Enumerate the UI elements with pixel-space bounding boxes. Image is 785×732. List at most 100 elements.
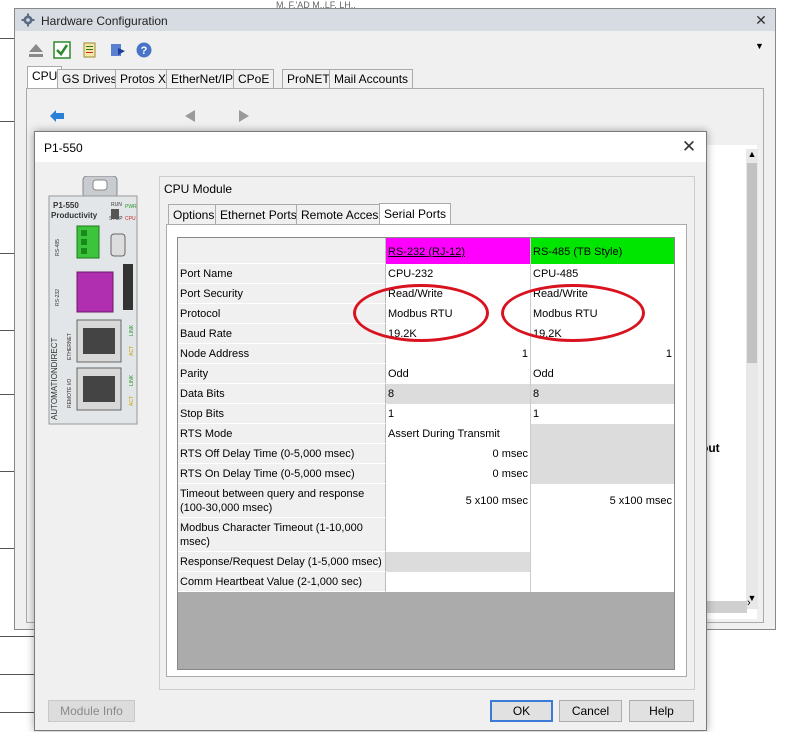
node-address-485-cell[interactable]: 1 (531, 344, 674, 364)
tab-pronet[interactable]: ProNET (282, 69, 335, 88)
table-row: Response/Request Delay (1-5,000 msec) (178, 552, 674, 572)
timeout-232-cell[interactable]: 5 x100 msec (386, 484, 531, 518)
window-titlebar: Hardware Configuration ✕ (15, 9, 775, 31)
row-label: Comm Heartbeat Value (2-1,000 sec) (178, 572, 386, 592)
grid-header-row: RS-232 (RJ-12) RS-485 (TB Style) (178, 238, 674, 264)
brand-vertical-label: AUTOMATIONDIRECT (50, 338, 59, 420)
table-row: Parity Odd Odd (178, 364, 674, 384)
row-label: Response/Request Delay (1-5,000 msec) (178, 552, 386, 572)
char-timeout-485-cell[interactable] (531, 518, 674, 552)
table-row: Stop Bits 1 1 (178, 404, 674, 424)
stop-bits-232-cell[interactable]: 1 (386, 404, 531, 424)
ok-button[interactable]: OK (490, 700, 553, 722)
tab-protos-x[interactable]: Protos X (115, 69, 172, 88)
data-bits-485-cell: 8 (531, 384, 674, 404)
p1-550-dialog: P1-550 ✕ P1-550 Productivity RUN PWR STO… (34, 131, 707, 731)
eject-icon[interactable] (27, 41, 45, 59)
row-label: Timeout between query and response (100-… (178, 484, 386, 518)
close-icon[interactable]: ✕ (753, 12, 769, 28)
tab-gs-drives[interactable]: GS Drives (57, 69, 122, 88)
tab-serial-ports[interactable]: Serial Ports (379, 203, 452, 225)
check-config-icon[interactable] (53, 41, 71, 59)
document-icon[interactable] (81, 41, 99, 59)
horizontal-scrollbar[interactable] (707, 601, 747, 613)
led-cpu-label: CPU (125, 216, 136, 222)
transfer-icon[interactable] (109, 41, 127, 59)
help-button[interactable]: Help (629, 700, 694, 722)
column-header-rs232[interactable]: RS-232 (RJ-12) (386, 238, 531, 264)
rts-on-delay-485-cell (531, 464, 674, 484)
row-label: RTS On Delay Time (0-5,000 msec) (178, 464, 386, 484)
row-label: Modbus Character Timeout (1-10,000 msec) (178, 518, 386, 552)
table-row: Modbus Character Timeout (1-10,000 msec) (178, 518, 674, 552)
row-label: Port Name (178, 264, 386, 284)
timeout-485-cell[interactable]: 5 x100 msec (531, 484, 674, 518)
rts-on-delay-232-cell[interactable]: 0 msec (386, 464, 531, 484)
background-doc-line (0, 121, 14, 122)
background-doc-line (0, 674, 34, 675)
heartbeat-232-cell[interactable] (386, 572, 531, 592)
tab-ethernet-ports[interactable]: Ethernet Ports (215, 204, 302, 224)
port-name-485-cell[interactable]: CPU-485 (531, 264, 674, 284)
tab-options[interactable]: Options (168, 204, 220, 224)
dialog-title: P1-550 (44, 141, 83, 155)
right-arrow-icon[interactable] (237, 109, 251, 123)
gear-icon (21, 13, 35, 27)
row-label: RTS Mode (178, 424, 386, 444)
row-label: Data Bits (178, 384, 386, 404)
table-row: RTS On Delay Time (0-5,000 msec) 0 msec (178, 464, 674, 484)
annotation-ellipse-rs232 (353, 284, 489, 342)
background-doc-line (0, 38, 14, 39)
port-rs485-label: RS-485 (55, 239, 61, 256)
close-icon[interactable]: ✕ (680, 138, 698, 156)
device-model-label: P1-550 (53, 201, 79, 210)
help-icon[interactable]: ? (135, 41, 153, 59)
back-arrow-icon[interactable] (49, 109, 65, 123)
left-arrow-icon[interactable] (183, 109, 197, 123)
led-pwr-label: PWR (125, 204, 137, 210)
scroll-right-icon[interactable]: › (747, 597, 751, 609)
svg-text:?: ? (141, 45, 148, 57)
toolbar-overflow-icon[interactable]: ▼ (755, 41, 764, 51)
heartbeat-485-cell[interactable] (531, 572, 674, 592)
parity-485-cell[interactable]: Odd (531, 364, 674, 384)
link-label-1: LINK (129, 324, 135, 336)
rts-mode-232-cell[interactable]: Assert During Transmit (386, 424, 531, 444)
module-info-button[interactable]: Module Info (48, 700, 135, 722)
device-brand-label: Productivity (51, 211, 98, 220)
parity-232-cell[interactable]: Odd (386, 364, 531, 384)
rts-off-delay-232-cell[interactable]: 0 msec (386, 444, 531, 464)
data-bits-232-cell: 8 (386, 384, 531, 404)
table-row: RTS Off Delay Time (0-5,000 msec) 0 msec (178, 444, 674, 464)
response-delay-232-cell (386, 552, 531, 572)
group-label: CPU Module (164, 182, 233, 196)
background-doc-line (0, 712, 34, 713)
tab-remote-access[interactable]: Remote Access (296, 204, 390, 224)
tab-cpoe[interactable]: CPoE (233, 69, 275, 88)
scrollbar[interactable]: ▲ ▼ (746, 149, 758, 609)
char-timeout-232-cell[interactable] (386, 518, 531, 552)
row-label: Port Security (178, 284, 386, 304)
row-label: Node Address (178, 344, 386, 364)
port-name-232-cell[interactable]: CPU-232 (386, 264, 531, 284)
window-title: Hardware Configuration (41, 14, 168, 28)
response-delay-485-cell[interactable] (531, 552, 674, 572)
row-label: Baud Rate (178, 324, 386, 344)
node-address-232-cell[interactable]: 1 (386, 344, 531, 364)
port-ethernet-label: ETHERNET (67, 333, 73, 360)
plc-device-image: P1-550 Productivity RUN PWR STOP CPU RS-… (48, 176, 138, 425)
act-label-1: ACT (129, 346, 135, 356)
column-header-rs485[interactable]: RS-485 (TB Style) (531, 238, 674, 264)
table-row: Node Address 1 1 (178, 344, 674, 364)
tab-mail-accounts[interactable]: Mail Accounts (329, 69, 414, 88)
table-row: Comm Heartbeat Value (2-1,000 sec) (178, 572, 674, 592)
background-doc-line (0, 636, 34, 637)
scrollbar-thumb[interactable] (747, 163, 757, 363)
cancel-button[interactable]: Cancel (559, 700, 622, 722)
act-label-2: ACT (129, 396, 135, 406)
tab-ethernet-ip[interactable]: EtherNet/IP (166, 69, 239, 88)
row-label: RTS Off Delay Time (0-5,000 msec) (178, 444, 386, 464)
stop-bits-485-cell[interactable]: 1 (531, 404, 674, 424)
table-row: Timeout between query and response (100-… (178, 484, 674, 518)
port-remote-io-label: REMOTE I/O (67, 378, 73, 408)
